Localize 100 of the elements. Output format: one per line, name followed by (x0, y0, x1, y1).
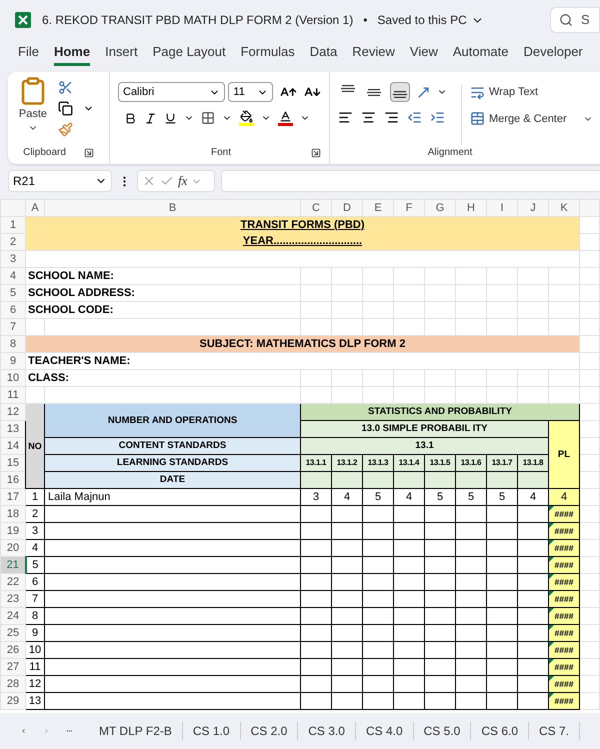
paste-button[interactable]: Paste (16, 76, 50, 145)
date-cell (456, 472, 486, 488)
sheet-tab[interactable]: MT DLP F2-B (88, 722, 183, 740)
column-header[interactable]: A (26, 200, 44, 216)
row-header[interactable]: 13 (0, 420, 26, 438)
orientation-icon[interactable] (416, 84, 431, 100)
row-header[interactable]: 16 (0, 472, 26, 488)
ribbon-tab[interactable]: Developer (524, 42, 583, 66)
table-cell: 2 (26, 506, 44, 522)
table-cell: 5 (26, 556, 44, 574)
column-header[interactable]: B (44, 200, 300, 216)
merge-center-button[interactable]: Merge & Center (470, 110, 593, 127)
table-cell: SCHOOL CODE: (26, 302, 300, 318)
table-cell: 11 (26, 658, 44, 676)
row-header[interactable]: 10 (0, 370, 26, 386)
table-cell: 4 (394, 488, 424, 506)
sheet-tab[interactable]: CS 2.0 (240, 722, 298, 740)
dialog-launcher-icon[interactable] (84, 148, 94, 158)
italic-icon[interactable] (144, 112, 157, 124)
font-size-dropdown[interactable]: 11 (228, 82, 274, 102)
row-header[interactable]: 17 (0, 488, 26, 506)
row-header[interactable]: 18 (0, 506, 26, 522)
fill-color-icon[interactable] (239, 110, 254, 126)
ribbon-tab[interactable]: File (18, 42, 39, 66)
align-right-icon[interactable] (384, 110, 399, 125)
row-header[interactable]: 21 (0, 556, 26, 574)
row-header[interactable]: 7 (0, 318, 26, 336)
date-cell (518, 472, 548, 488)
ribbon-tab[interactable]: View (410, 42, 438, 66)
dialog-launcher-icon[interactable] (311, 148, 321, 158)
decrease-indent-icon[interactable] (407, 110, 422, 125)
row-header[interactable]: 23 (0, 590, 26, 608)
row-header[interactable]: 3 (0, 250, 26, 268)
ribbon-tab[interactable]: Data (310, 42, 338, 66)
align-center-icon[interactable] (361, 110, 376, 125)
row-header[interactable]: 20 (0, 540, 26, 556)
sheet-tab[interactable]: CS 1.0 (182, 722, 241, 740)
increase-indent-icon[interactable] (430, 110, 445, 125)
row-header[interactable]: 14 (0, 438, 26, 454)
formula-input[interactable] (221, 170, 600, 192)
row-header[interactable]: 22 (0, 574, 26, 590)
ribbon-tab[interactable]: Review (352, 42, 395, 66)
row-header[interactable]: 1 (0, 216, 26, 234)
row-header[interactable]: 6 (0, 302, 26, 318)
search-field[interactable]: S (550, 7, 600, 33)
format-painter-icon[interactable] (58, 122, 73, 137)
font-name-dropdown[interactable]: Calibri (118, 82, 226, 102)
name-box[interactable]: R21 (8, 170, 112, 192)
font-color-icon[interactable] (278, 110, 293, 126)
row-header[interactable]: 5 (0, 284, 26, 302)
error-indicator-icon (549, 676, 554, 681)
row-header[interactable]: 24 (0, 608, 26, 624)
table-cell: 7 (26, 590, 44, 608)
ribbon-tab[interactable]: Page Layout (152, 42, 226, 66)
column-header[interactable]: D (332, 200, 362, 216)
column-header[interactable]: H (456, 200, 486, 216)
sheet-tab[interactable]: CS 6.0 (471, 722, 529, 740)
row-header[interactable]: 2 (0, 234, 26, 250)
column-header[interactable]: I (486, 200, 518, 216)
wrap-text-button[interactable]: Wrap Text (470, 84, 593, 100)
ribbon-tab[interactable]: Automate (452, 42, 508, 66)
borders-icon[interactable] (201, 111, 215, 125)
error-indicator-icon (549, 574, 554, 579)
column-header[interactable]: F (394, 200, 424, 216)
row-header[interactable]: 15 (0, 454, 26, 472)
row-header[interactable]: 25 (0, 624, 26, 642)
row-header[interactable]: 19 (0, 522, 26, 540)
row-header[interactable]: 4 (0, 268, 26, 284)
header-cell: LEARNING STANDARDS (44, 454, 300, 472)
save-status-button[interactable]: Saved to this PC (377, 11, 484, 29)
ribbon-tab[interactable]: Insert (105, 42, 138, 66)
sheet-tab[interactable]: CS 5.0 (414, 722, 472, 740)
cut-icon[interactable] (58, 80, 73, 95)
align-left-icon[interactable] (338, 110, 353, 125)
top-align-icon (341, 85, 355, 92)
underline-icon[interactable] (164, 112, 177, 124)
insert-function-button[interactable]: fx (178, 171, 188, 191)
row-header[interactable]: 28 (0, 676, 26, 692)
column-header[interactable]: G (424, 200, 456, 216)
column-header[interactable]: E (362, 200, 394, 216)
ribbon-tab[interactable]: Formulas (240, 42, 295, 66)
column-header[interactable]: K (548, 200, 580, 216)
header-cell: CONTENT STANDARDS (44, 438, 300, 454)
column-header[interactable]: C (300, 200, 332, 216)
row-header[interactable]: 12 (0, 404, 26, 420)
copy-icon[interactable] (58, 101, 73, 116)
column-header[interactable]: J (518, 200, 548, 216)
header-cell: 13.1.2 (332, 454, 362, 472)
bold-icon[interactable] (124, 112, 137, 124)
row-header[interactable]: 8 (0, 336, 26, 352)
row-header[interactable]: 11 (0, 386, 26, 404)
sheet-tab[interactable]: CS 7. (529, 722, 580, 740)
vertical-align-button[interactable] (390, 82, 410, 102)
sheet-tab[interactable]: CS 4.0 (356, 722, 414, 740)
row-header[interactable]: 26 (0, 642, 26, 658)
row-header[interactable]: 9 (0, 352, 26, 370)
ribbon-tab[interactable]: Home (54, 42, 90, 66)
row-header[interactable]: 29 (0, 692, 26, 710)
row-header[interactable]: 27 (0, 658, 26, 676)
sheet-tab[interactable]: CS 3.0 (298, 722, 356, 740)
